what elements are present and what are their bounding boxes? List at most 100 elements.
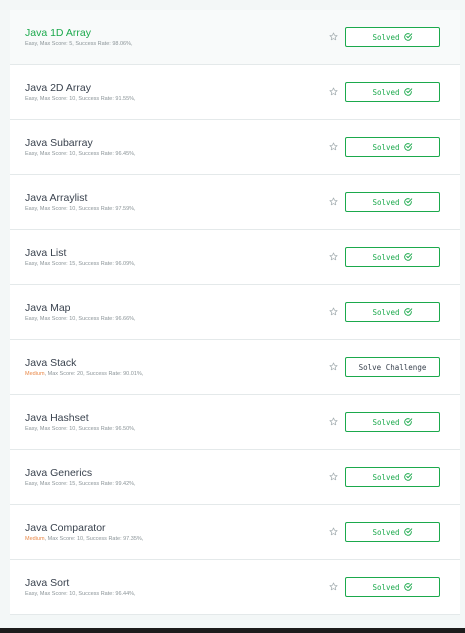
challenge-title[interactable]: Java Map	[25, 302, 71, 314]
solve-button-label: Solved	[372, 582, 400, 592]
check-circle-icon	[403, 143, 412, 151]
solve-button[interactable]: Solved	[345, 27, 440, 47]
challenge-title[interactable]: Java Comparator	[25, 522, 106, 534]
difficulty-label: Easy	[25, 41, 37, 47]
challenge-stats: , Max Score: 5, Success Rate: 98.06%,	[36, 41, 133, 47]
solve-button[interactable]: Solved	[345, 192, 440, 212]
bookmark-star-icon[interactable]	[329, 307, 338, 316]
check-circle-icon	[403, 198, 412, 206]
challenge-list: Java 1D Array Easy, Max Score: 5, Succes…	[10, 10, 460, 615]
challenge-title[interactable]: Java Hashset	[25, 412, 89, 424]
challenge-title[interactable]: Java Subarray	[25, 137, 93, 149]
challenge-card: Java Arraylist Easy, Max Score: 10, Succ…	[10, 175, 460, 230]
solve-button[interactable]: Solved	[345, 467, 440, 487]
bookmark-star-icon[interactable]	[329, 252, 338, 261]
check-circle-icon	[403, 418, 412, 426]
challenge-stats: , Max Score: 15, Success Rate: 99.42%,	[36, 481, 136, 487]
bookmark-star-icon[interactable]	[329, 527, 338, 536]
challenge-meta: Easy, Max Score: 10, Success Rate: 96.66…	[25, 316, 136, 322]
window-bottom-edge	[0, 628, 465, 633]
solve-button-label: Solved	[372, 197, 400, 207]
solve-button-label: Solved	[372, 472, 400, 482]
check-circle-icon	[403, 528, 412, 536]
challenge-card: Java Map Easy, Max Score: 10, Success Ra…	[10, 285, 460, 340]
bookmark-star-icon[interactable]	[329, 197, 338, 206]
challenge-meta: Easy, Max Score: 10, Success Rate: 91.55…	[25, 96, 136, 102]
challenge-meta: Easy, Max Score: 15, Success Rate: 96.09…	[25, 261, 136, 267]
check-circle-icon	[403, 583, 412, 591]
challenge-meta: Easy, Max Score: 10, Success Rate: 96.44…	[25, 591, 136, 597]
challenge-stats: , Max Score: 10, Success Rate: 96.66%,	[36, 316, 136, 322]
difficulty-label: Easy	[25, 206, 37, 212]
challenge-meta: Medium, Max Score: 20, Success Rate: 90.…	[25, 371, 143, 377]
challenge-meta: Easy, Max Score: 15, Success Rate: 99.42…	[25, 481, 136, 487]
bookmark-star-icon[interactable]	[329, 472, 338, 481]
challenge-stats: , Max Score: 10, Success Rate: 96.50%,	[36, 426, 136, 432]
solve-button[interactable]: Solved	[345, 82, 440, 102]
challenge-card: Java 1D Array Easy, Max Score: 5, Succes…	[10, 10, 460, 65]
challenge-stats: , Max Score: 10, Success Rate: 97.59%,	[36, 206, 136, 212]
solve-button[interactable]: Solve Challenge	[345, 357, 440, 377]
solve-button-label: Solve Challenge	[358, 362, 427, 372]
challenge-title[interactable]: Java Generics	[25, 467, 92, 479]
challenge-card: Java Comparator Medium, Max Score: 10, S…	[10, 505, 460, 560]
solve-button-label: Solved	[372, 32, 400, 42]
check-circle-icon	[403, 308, 412, 316]
challenge-card: Java Generics Easy, Max Score: 15, Succe…	[10, 450, 460, 505]
solve-button[interactable]: Solved	[345, 247, 440, 267]
challenge-card: Java Subarray Easy, Max Score: 10, Succe…	[10, 120, 460, 175]
solve-button-label: Solved	[372, 527, 400, 537]
difficulty-label: Medium	[25, 536, 45, 542]
challenge-card: Java Stack Medium, Max Score: 20, Succes…	[10, 340, 460, 395]
check-circle-icon	[403, 253, 412, 261]
challenge-meta: Medium, Max Score: 10, Success Rate: 97.…	[25, 536, 143, 542]
difficulty-label: Easy	[25, 261, 37, 267]
challenge-stats: , Max Score: 10, Success Rate: 97.35%,	[44, 536, 144, 542]
challenge-meta: Easy, Max Score: 10, Success Rate: 96.50…	[25, 426, 136, 432]
solve-button-label: Solved	[372, 87, 400, 97]
challenge-card: Java Sort Easy, Max Score: 10, Success R…	[10, 560, 460, 615]
challenge-stats: , Max Score: 20, Success Rate: 90.01%,	[44, 371, 144, 377]
challenge-meta: Easy, Max Score: 10, Success Rate: 96.45…	[25, 151, 136, 157]
challenge-meta: Easy, Max Score: 5, Success Rate: 98.06%…	[25, 41, 133, 47]
bookmark-star-icon[interactable]	[329, 362, 338, 371]
bookmark-star-icon[interactable]	[329, 142, 338, 151]
challenge-stats: , Max Score: 10, Success Rate: 96.45%,	[36, 151, 136, 157]
check-circle-icon	[403, 88, 412, 96]
bookmark-star-icon[interactable]	[329, 32, 338, 41]
difficulty-label: Easy	[25, 426, 37, 432]
challenge-title[interactable]: Java Arraylist	[25, 192, 87, 204]
check-circle-icon	[403, 33, 412, 41]
difficulty-label: Easy	[25, 481, 37, 487]
solve-button[interactable]: Solved	[345, 522, 440, 542]
solve-button-label: Solved	[372, 142, 400, 152]
challenge-title[interactable]: Java Sort	[25, 577, 69, 589]
solve-button-label: Solved	[372, 252, 400, 262]
check-circle-icon	[403, 473, 412, 481]
difficulty-label: Medium	[25, 371, 45, 377]
bookmark-star-icon[interactable]	[329, 582, 338, 591]
challenge-title[interactable]: Java 2D Array	[25, 82, 91, 94]
bookmark-star-icon[interactable]	[329, 87, 338, 96]
challenge-card: Java Hashset Easy, Max Score: 10, Succes…	[10, 395, 460, 450]
bookmark-star-icon[interactable]	[329, 417, 338, 426]
difficulty-label: Easy	[25, 591, 37, 597]
solve-button-label: Solved	[372, 307, 400, 317]
challenge-card: Java 2D Array Easy, Max Score: 10, Succe…	[10, 65, 460, 120]
challenge-title[interactable]: Java List	[25, 247, 66, 259]
difficulty-label: Easy	[25, 151, 37, 157]
challenge-stats: , Max Score: 10, Success Rate: 91.55%,	[36, 96, 136, 102]
challenge-stats: , Max Score: 10, Success Rate: 96.44%,	[36, 591, 136, 597]
challenge-card: Java List Easy, Max Score: 15, Success R…	[10, 230, 460, 285]
solve-button[interactable]: Solved	[345, 577, 440, 597]
solve-button[interactable]: Solved	[345, 137, 440, 157]
solve-button[interactable]: Solved	[345, 302, 440, 322]
challenge-stats: , Max Score: 15, Success Rate: 96.09%,	[36, 261, 136, 267]
difficulty-label: Easy	[25, 316, 37, 322]
challenge-title[interactable]: Java 1D Array	[25, 27, 91, 39]
challenge-title[interactable]: Java Stack	[25, 357, 76, 369]
solve-button[interactable]: Solved	[345, 412, 440, 432]
difficulty-label: Easy	[25, 96, 37, 102]
challenge-meta: Easy, Max Score: 10, Success Rate: 97.59…	[25, 206, 136, 212]
solve-button-label: Solved	[372, 417, 400, 427]
